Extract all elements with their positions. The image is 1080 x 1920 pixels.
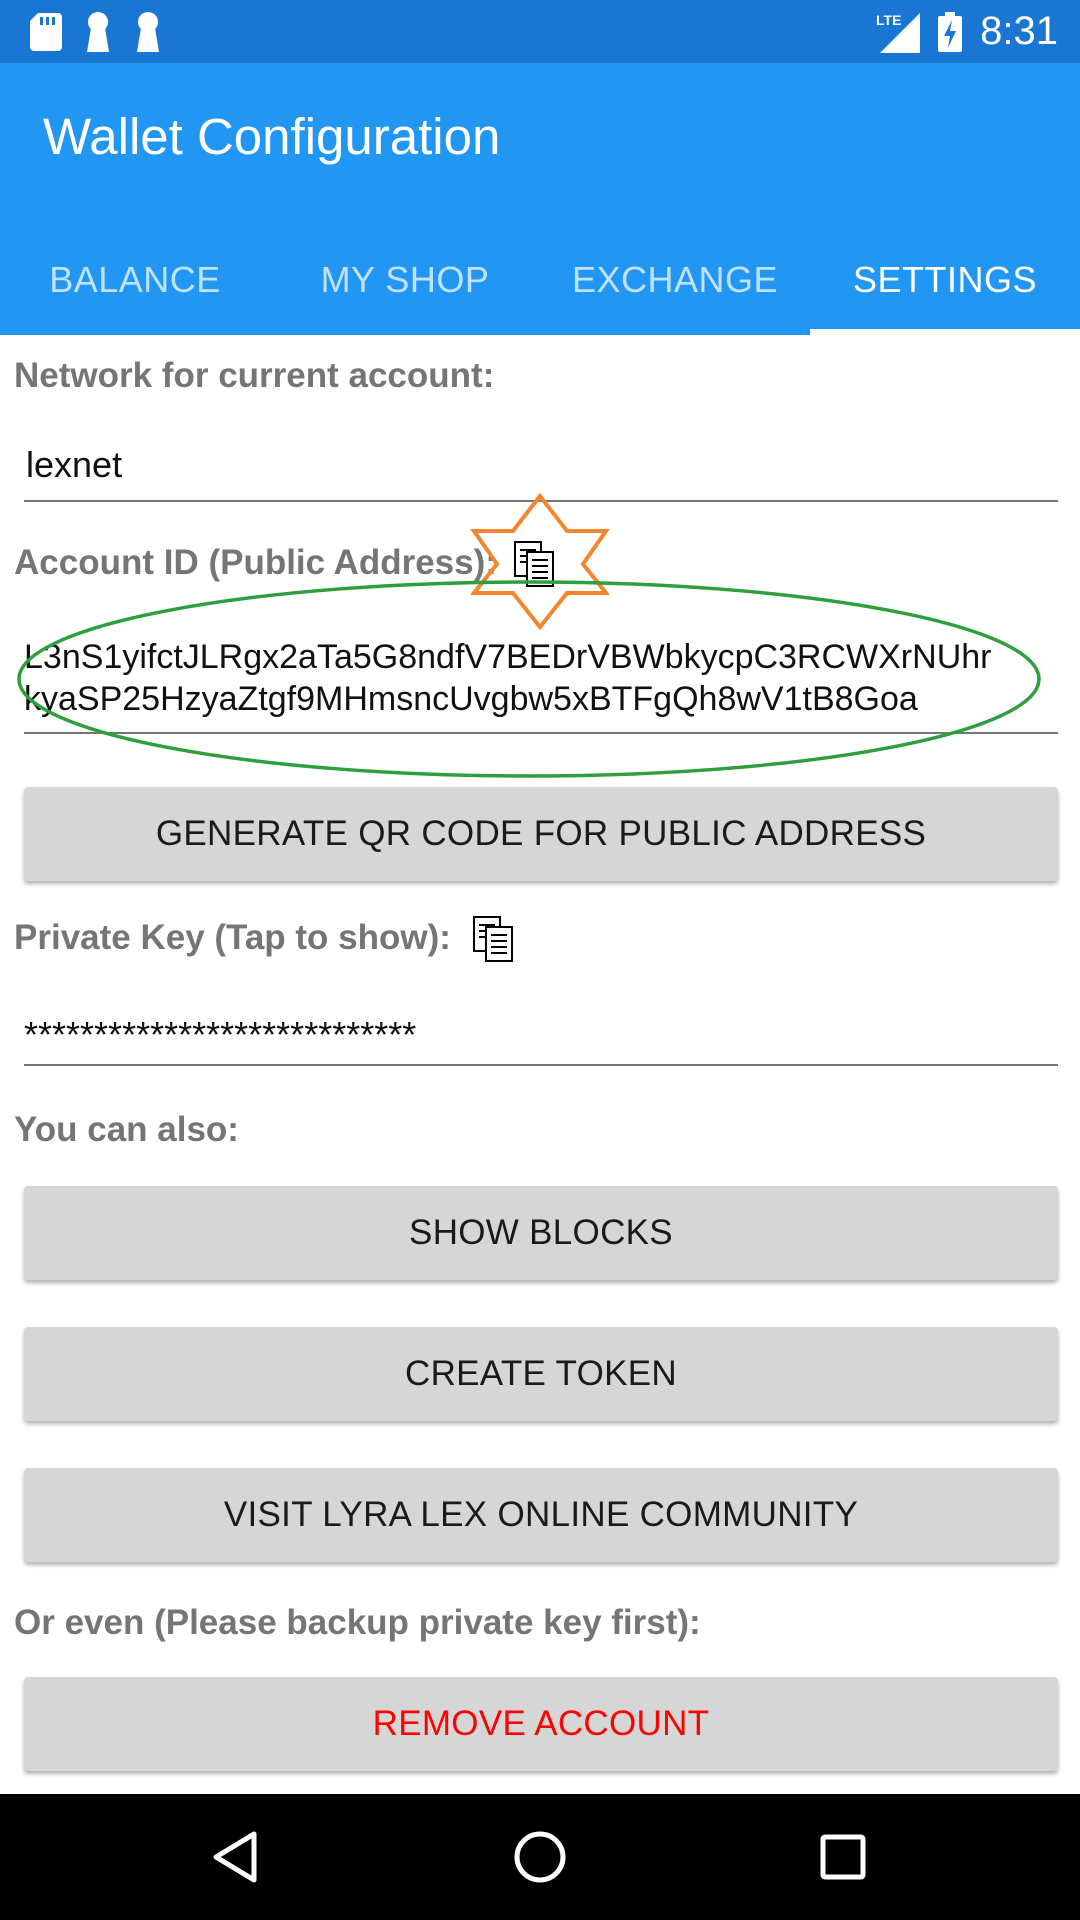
remove-account-button[interactable]: REMOVE ACCOUNT bbox=[24, 1677, 1058, 1771]
svg-text:LTE: LTE bbox=[876, 12, 901, 28]
keyhole-icon bbox=[87, 12, 109, 52]
copy-public-address-icon[interactable] bbox=[513, 540, 557, 588]
generate-qr-button[interactable]: GENERATE QR CODE FOR PUBLIC ADDRESS bbox=[24, 787, 1058, 881]
account-id-field[interactable]: L3nS1yifctJLRgx2aTa5G8ndfV7BEDrVBWbkycpC… bbox=[24, 636, 1058, 734]
tab-my-shop[interactable]: MY SHOP bbox=[270, 225, 540, 335]
status-right-icons: LTE 8:31 bbox=[876, 0, 1058, 63]
home-icon[interactable] bbox=[507, 1824, 573, 1890]
account-id-label: Account ID (Public Address): bbox=[14, 543, 497, 582]
tab-exchange[interactable]: EXCHANGE bbox=[540, 225, 810, 335]
or-even-label: Or even (Please backup private key first… bbox=[14, 1603, 701, 1642]
network-label: Network for current account: bbox=[14, 356, 495, 395]
status-left-icons bbox=[30, 12, 162, 52]
private-key-label[interactable]: Private Key (Tap to show): bbox=[14, 918, 451, 958]
recents-icon[interactable] bbox=[810, 1824, 876, 1890]
show-blocks-button[interactable]: SHOW BLOCKS bbox=[24, 1186, 1058, 1280]
status-time: 8:31 bbox=[980, 9, 1058, 53]
copy-private-key-icon[interactable] bbox=[472, 915, 516, 963]
account-id-line-2: kyaSP25HzyaZtgf9MHmsncUvgbw5xBTFgQh8wV1t… bbox=[24, 680, 918, 718]
create-token-button[interactable]: CREATE TOKEN bbox=[24, 1327, 1058, 1421]
tab-settings[interactable]: SETTINGS bbox=[810, 225, 1080, 335]
app-bar: Wallet Configuration BALANCE MY SHOP EXC… bbox=[0, 63, 1080, 335]
status-bar: LTE 8:31 bbox=[0, 0, 1080, 63]
navigation-bar bbox=[0, 1794, 1080, 1920]
visit-community-button[interactable]: VISIT LYRA LEX ONLINE COMMUNITY bbox=[24, 1468, 1058, 1562]
battery-charging-icon bbox=[938, 11, 963, 52]
page-title: Wallet Configuration bbox=[43, 108, 501, 165]
back-icon[interactable] bbox=[204, 1824, 270, 1890]
account-id-line-1: L3nS1yifctJLRgx2aTa5G8ndfV7BEDrVBWbkycpC… bbox=[24, 638, 992, 676]
private-key-field[interactable]: **************************** bbox=[24, 1014, 1058, 1066]
network-field[interactable]: lexnet bbox=[24, 444, 1058, 502]
keyhole-icon bbox=[137, 12, 159, 52]
tab-bar: BALANCE MY SHOP EXCHANGE SETTINGS bbox=[0, 225, 1080, 335]
also-label: You can also: bbox=[14, 1110, 239, 1149]
tab-balance[interactable]: BALANCE bbox=[0, 225, 270, 335]
sd-card-icon bbox=[30, 13, 62, 51]
signal-icon: LTE bbox=[876, 12, 921, 53]
